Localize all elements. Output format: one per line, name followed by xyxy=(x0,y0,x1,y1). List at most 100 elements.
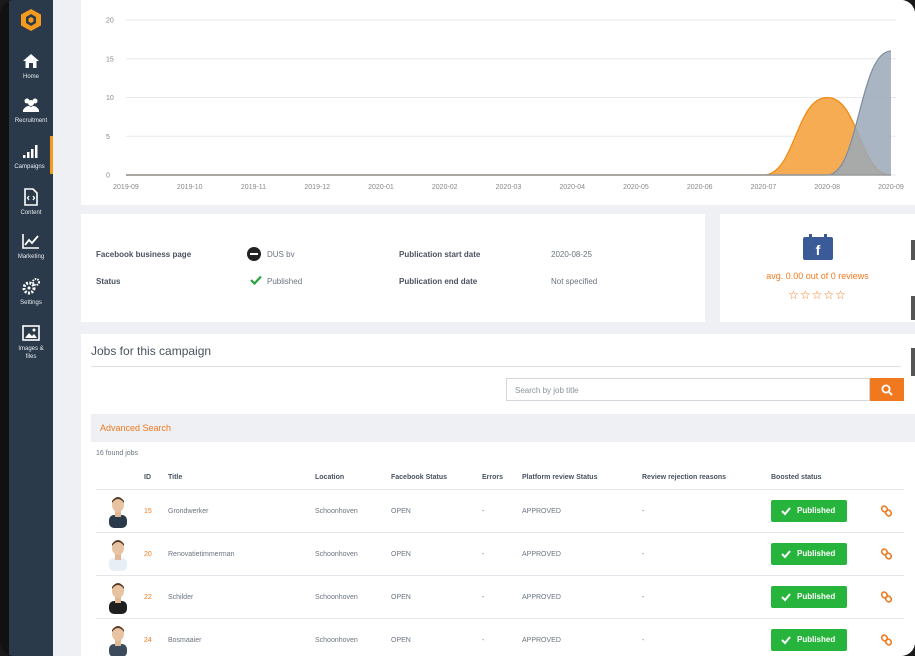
rating-stars[interactable]: ☆☆☆☆☆ xyxy=(720,288,915,302)
sidebar-item-home[interactable]: Home xyxy=(9,52,53,81)
trend-icon xyxy=(22,234,39,249)
sidebar-item-content[interactable]: Content xyxy=(9,188,53,217)
link-icon[interactable] xyxy=(881,505,892,517)
job-id[interactable]: 24 xyxy=(144,637,152,644)
check-icon xyxy=(250,275,262,285)
company-logo-icon xyxy=(247,247,261,261)
avatar xyxy=(109,540,127,571)
bar-chart-icon xyxy=(22,145,37,158)
status-value: Published xyxy=(267,277,303,286)
y-tick-label: 0 xyxy=(106,173,110,180)
x-tick-label: 2020-03 xyxy=(496,184,522,191)
check-icon xyxy=(781,507,791,516)
job-title[interactable]: Bosmaaier xyxy=(168,637,201,644)
col-header-errors[interactable]: Errors xyxy=(482,474,503,481)
x-tick-label: 2020-07 xyxy=(751,184,777,191)
col-header-id[interactable]: ID xyxy=(144,474,151,481)
avatar xyxy=(109,583,127,614)
reviews-card: f avg. 0.00 out of 0 reviews ☆☆☆☆☆ xyxy=(720,214,915,322)
job-search-input[interactable]: Search by job title xyxy=(506,378,870,401)
link-icon[interactable] xyxy=(881,634,892,646)
col-header-title[interactable]: Title xyxy=(168,474,182,481)
col-header-boosted[interactable]: Boosted status xyxy=(771,474,822,481)
sidebar-item-label-line2: files xyxy=(25,354,37,360)
job-title[interactable]: Grondwerker xyxy=(168,508,208,515)
sidebar-item-label: Home xyxy=(22,74,39,80)
job-rejection: - xyxy=(642,594,645,601)
search-icon xyxy=(881,384,893,396)
boosted-published-button[interactable]: Published xyxy=(771,500,847,522)
advanced-search-label: Advanced Search xyxy=(100,423,172,433)
col-header-platform-status[interactable]: Platform review Status xyxy=(522,474,597,481)
job-id[interactable]: 22 xyxy=(144,594,152,601)
col-header-rejection[interactable]: Review rejection reasons xyxy=(642,474,726,481)
campaign-chart: 0 5 10 15 20 2019-09 2019-10 2019-11 2019-12 2020… xyxy=(81,0,915,205)
status-label: Status xyxy=(96,277,121,286)
job-id[interactable]: 20 xyxy=(144,551,152,558)
facebook-icon[interactable]: f xyxy=(803,234,833,260)
sidebar-item-recruitment[interactable]: Recruitment xyxy=(9,96,53,125)
pub-start-label: Publication start date xyxy=(399,250,481,259)
sidebar-item-settings[interactable]: Settings xyxy=(9,278,53,307)
job-platform-status: APPROVED xyxy=(522,508,561,515)
table-row[interactable]: 22 Schilder Schoonhoven OPEN - APPROVED - Publi… xyxy=(96,575,904,618)
sidebar-item-label: Settings xyxy=(20,300,42,306)
job-title[interactable]: Schilder xyxy=(168,594,193,601)
x-tick-label: 2020-08 xyxy=(814,184,840,191)
y-tick-label: 10 xyxy=(106,95,114,102)
link-icon[interactable] xyxy=(881,591,892,603)
x-tick-label: 2020-05 xyxy=(623,184,649,191)
y-tick-label: 5 xyxy=(106,134,110,141)
job-rejection: - xyxy=(642,508,645,515)
col-header-location[interactable]: Location xyxy=(315,474,344,481)
table-row[interactable]: 15 Grondwerker Schoonhoven OPEN - APPROVED - Pu… xyxy=(96,489,904,532)
job-location: Schoonhoven xyxy=(315,637,358,644)
col-header-fb-status[interactable]: Facebook Status xyxy=(391,474,447,481)
sidebar-item-label: Recruitment xyxy=(14,118,48,124)
link-icon[interactable] xyxy=(881,548,892,560)
users-icon xyxy=(23,98,39,112)
x-tick-label: 2020-06 xyxy=(687,184,713,191)
home-icon xyxy=(23,54,39,68)
sidebar-item-campaigns[interactable]: Campaigns xyxy=(9,136,53,174)
job-location: Schoonhoven xyxy=(315,551,358,558)
fb-page-value[interactable]: DUS bv xyxy=(267,250,295,259)
found-jobs-count: 16 found jobs xyxy=(96,450,139,457)
x-tick-label: 2020-04 xyxy=(559,184,585,191)
job-fb-status: OPEN xyxy=(391,551,411,558)
jobs-card: Jobs for this campaign Search by job tit… xyxy=(81,334,915,656)
check-icon xyxy=(781,593,791,602)
sidebar-item-images-files[interactable]: Images & files xyxy=(9,324,53,361)
job-id[interactable]: 15 xyxy=(144,508,152,515)
app-logo-icon[interactable] xyxy=(19,8,43,32)
avatar xyxy=(109,626,127,656)
x-tick-label: 2019-12 xyxy=(304,184,330,191)
campaign-info-card: Facebook business page DUS bv Publicatio… xyxy=(81,214,705,322)
job-fb-status: OPEN xyxy=(391,637,411,644)
divider xyxy=(91,366,901,367)
sidebar-item-marketing[interactable]: Marketing xyxy=(9,232,53,261)
table-row[interactable]: 20 Renovatietimmerman Schoonhoven OPEN - APPR… xyxy=(96,532,904,575)
boosted-published-button[interactable]: Published xyxy=(771,543,847,565)
advanced-search-toggle[interactable]: Advanced Search xyxy=(91,414,915,442)
search-button[interactable] xyxy=(870,378,904,401)
x-tick-label: 2019-11 xyxy=(241,184,266,191)
pub-end-value: Not specified xyxy=(551,277,598,286)
scroll-edge xyxy=(911,296,915,320)
boosted-status-label: Published xyxy=(797,635,836,644)
job-rejection: - xyxy=(642,551,645,558)
sidebar-item-label: Content xyxy=(20,210,42,216)
table-row[interactable]: 24 Bosmaaier Schoonhoven OPEN - APPROVED - Publ… xyxy=(96,618,904,656)
boosted-published-button[interactable]: Published xyxy=(771,586,847,608)
boosted-published-button[interactable]: Published xyxy=(771,629,847,651)
job-title[interactable]: Renovatietimmerman xyxy=(168,551,235,558)
job-fb-status: OPEN xyxy=(391,594,411,601)
x-tick-label: 2019-09 xyxy=(113,184,139,191)
job-errors: - xyxy=(482,637,485,644)
job-platform-status: APPROVED xyxy=(522,594,561,601)
avatar xyxy=(109,497,127,528)
jobs-section-title: Jobs for this campaign xyxy=(91,344,212,358)
x-tick-label: 2020-02 xyxy=(432,184,458,191)
job-fb-status: OPEN xyxy=(391,508,411,515)
job-location: Schoonhoven xyxy=(315,508,358,515)
